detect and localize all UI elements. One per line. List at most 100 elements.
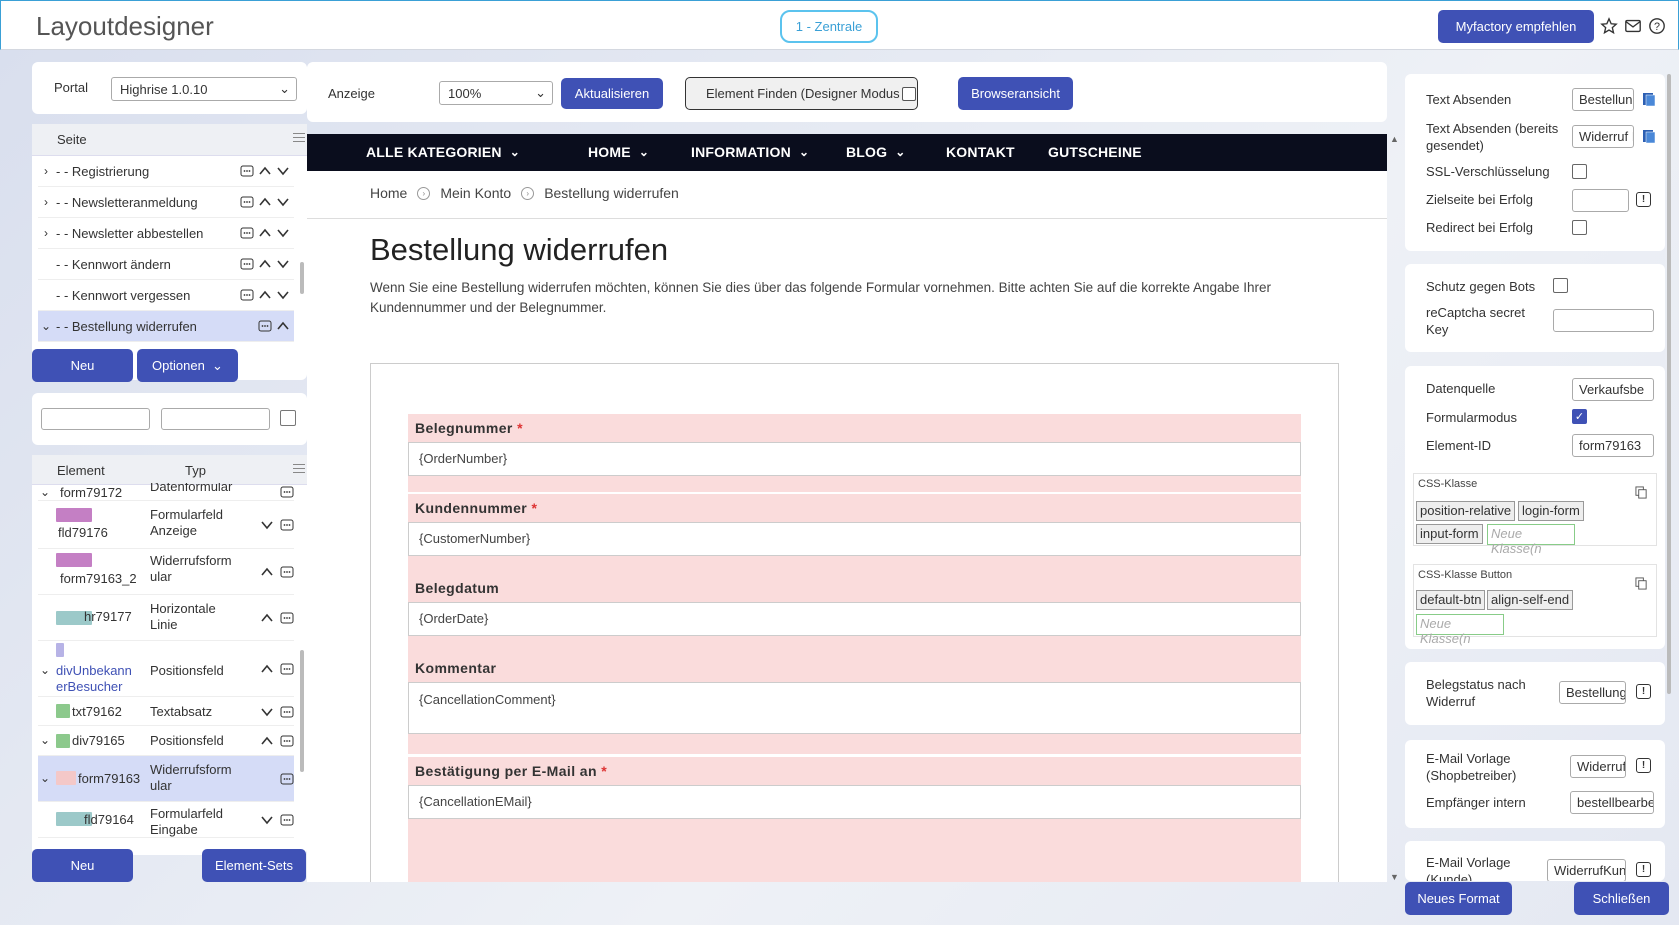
chevron-down-icon[interactable] <box>260 518 274 532</box>
more-icon[interactable] <box>240 195 254 209</box>
css-class-tag[interactable]: input-form <box>1416 524 1483 544</box>
chevron-down-icon[interactable]: ⌄ <box>40 663 50 677</box>
element-row[interactable]: fld79176 Formularfeld Anzeige <box>38 501 294 549</box>
element-filter-input[interactable] <box>41 408 150 430</box>
element-row[interactable]: fld79164 Formularfeld Eingabe <box>38 802 294 838</box>
redirect-checkbox[interactable] <box>1572 220 1587 235</box>
recommend-button[interactable]: Myfactory empfehlen <box>1438 10 1594 43</box>
chevron-down-icon[interactable] <box>260 705 274 719</box>
designer-mode-checkbox[interactable] <box>901 86 916 101</box>
breadcrumb-account[interactable]: Mein Konto <box>440 185 511 201</box>
more-icon[interactable] <box>280 705 294 719</box>
status-input[interactable]: Bestellung <box>1559 681 1626 704</box>
chevron-down-icon[interactable]: ⌄ <box>40 485 50 499</box>
chevron-right-icon[interactable]: › <box>38 195 54 209</box>
chevron-down-icon[interactable] <box>276 195 290 209</box>
page-tree-item[interactable]: › - - Registrierung <box>38 156 294 187</box>
target-input[interactable] <box>1572 189 1629 212</box>
star-icon[interactable] <box>1600 17 1618 35</box>
context-selector[interactable]: 1 - Zentrale <box>780 10 878 43</box>
chevron-down-icon[interactable] <box>276 257 290 271</box>
info-icon[interactable]: ! <box>1636 684 1651 699</box>
chevron-down-icon[interactable] <box>276 288 290 302</box>
element-list-scrollbar[interactable] <box>300 650 304 772</box>
chevron-down-icon[interactable]: ⌄ <box>38 319 54 333</box>
page-tree-item[interactable]: › - - Newsletter abbestellen <box>38 218 294 249</box>
properties-scrollbar[interactable] <box>1667 74 1671 694</box>
more-icon[interactable] <box>280 772 294 786</box>
chevron-up-icon[interactable] <box>260 565 274 579</box>
more-icon[interactable] <box>240 257 254 271</box>
info-icon[interactable]: ! <box>1636 758 1651 773</box>
chevron-up-icon[interactable] <box>276 319 290 333</box>
form-mode-checkbox[interactable]: ✓ <box>1572 409 1587 424</box>
field-input[interactable]: {OrderNumber} <box>408 442 1301 476</box>
scroll-up-icon[interactable]: ▲ <box>1390 134 1399 144</box>
more-icon[interactable] <box>258 319 272 333</box>
chevron-up-icon[interactable] <box>258 288 272 302</box>
css-button-class-tag[interactable]: default-btn <box>1416 590 1486 610</box>
chevron-down-icon[interactable] <box>276 164 290 178</box>
chevron-up-icon[interactable] <box>258 257 272 271</box>
more-icon[interactable] <box>280 662 294 676</box>
more-icon[interactable] <box>280 518 294 532</box>
copy-icon[interactable] <box>1635 577 1648 590</box>
more-icon[interactable] <box>280 734 294 748</box>
field-input[interactable]: {CustomerNumber} <box>408 522 1301 556</box>
help-icon[interactable]: ? <box>1648 17 1666 35</box>
chevron-down-icon[interactable]: ⌄ <box>40 771 50 785</box>
recaptcha-input[interactable] <box>1553 309 1654 332</box>
new-format-button[interactable]: Neues Format <box>1405 882 1512 915</box>
more-icon[interactable] <box>280 611 294 625</box>
more-icon[interactable] <box>280 813 294 827</box>
element-row[interactable]: ⌄ form79163 Widerrufsform ular <box>38 756 294 802</box>
breadcrumb-home[interactable]: Home <box>370 185 407 201</box>
nav-item[interactable]: HOME ⌄ <box>588 144 649 160</box>
translate-icon[interactable] <box>1641 91 1657 107</box>
chevron-right-icon[interactable]: › <box>38 226 54 240</box>
chevron-up-icon[interactable] <box>258 195 272 209</box>
nav-item[interactable]: INFORMATION ⌄ <box>691 144 809 160</box>
element-row[interactable]: ⌄ divUnbekann erBesucher Positionsfeld <box>38 641 294 697</box>
page-tree-item[interactable]: - - Kennwort vergessen <box>38 280 294 311</box>
page-tree-item[interactable]: - - Kennwort ändern <box>38 249 294 280</box>
translate-icon[interactable] <box>1641 128 1657 144</box>
mail-customer-input[interactable]: WiderrufKun <box>1547 859 1626 881</box>
mail-icon[interactable] <box>1624 17 1642 35</box>
chevron-up-icon[interactable] <box>260 734 274 748</box>
find-element-button[interactable]: Element Finden (Designer Modus <box>685 77 918 110</box>
zoom-select[interactable]: 100% ⌄ <box>439 81 553 105</box>
new-page-button[interactable]: Neu <box>32 349 133 382</box>
css-button-class-new-input[interactable]: Neue Klasse(n <box>1416 614 1504 646</box>
info-icon[interactable]: ! <box>1636 192 1651 207</box>
text-sent-input[interactable]: Widerruf I <box>1572 125 1634 148</box>
field-input[interactable]: {CancellationComment} <box>408 682 1301 734</box>
copy-icon[interactable] <box>1635 486 1648 499</box>
new-element-button[interactable]: Neu <box>32 849 133 882</box>
field-input[interactable]: {OrderDate} <box>408 602 1301 636</box>
bot-checkbox[interactable] <box>1553 278 1568 293</box>
element-sets-button[interactable]: Element-Sets <box>202 849 306 882</box>
refresh-button[interactable]: Aktualisieren <box>561 78 663 109</box>
page-tree-item[interactable]: ⌄ - - Bestellung widerrufen <box>38 311 294 342</box>
chevron-right-icon[interactable]: › <box>38 164 54 178</box>
chevron-down-icon[interactable] <box>260 813 274 827</box>
nav-item[interactable]: GUTSCHEINE <box>1048 144 1142 160</box>
source-select[interactable]: Verkaufsbe <box>1572 378 1654 401</box>
menu-icon[interactable] <box>293 133 305 145</box>
text-submit-input[interactable]: Bestellung <box>1572 88 1634 111</box>
filter-checkbox[interactable] <box>280 410 296 426</box>
mail-shop-input[interactable]: Widerruf <box>1570 755 1626 778</box>
chevron-down-icon[interactable] <box>276 226 290 240</box>
css-class-new-input[interactable]: Neue Klasse(n <box>1487 524 1575 556</box>
element-row[interactable]: hr79177 Horizontale Linie <box>38 595 294 641</box>
scroll-down-icon[interactable]: ▼ <box>1390 872 1399 882</box>
css-class-tag[interactable]: position-relative <box>1416 501 1516 521</box>
chevron-up-icon[interactable] <box>258 164 272 178</box>
more-icon[interactable] <box>240 164 254 178</box>
recipient-input[interactable]: bestellbearbe <box>1570 791 1654 814</box>
css-class-tag[interactable]: login-form <box>1518 501 1584 521</box>
chevron-up-icon[interactable] <box>258 226 272 240</box>
info-icon[interactable]: ! <box>1636 862 1651 877</box>
preview-scrollbar[interactable]: ▲ ▼ <box>1388 134 1402 882</box>
